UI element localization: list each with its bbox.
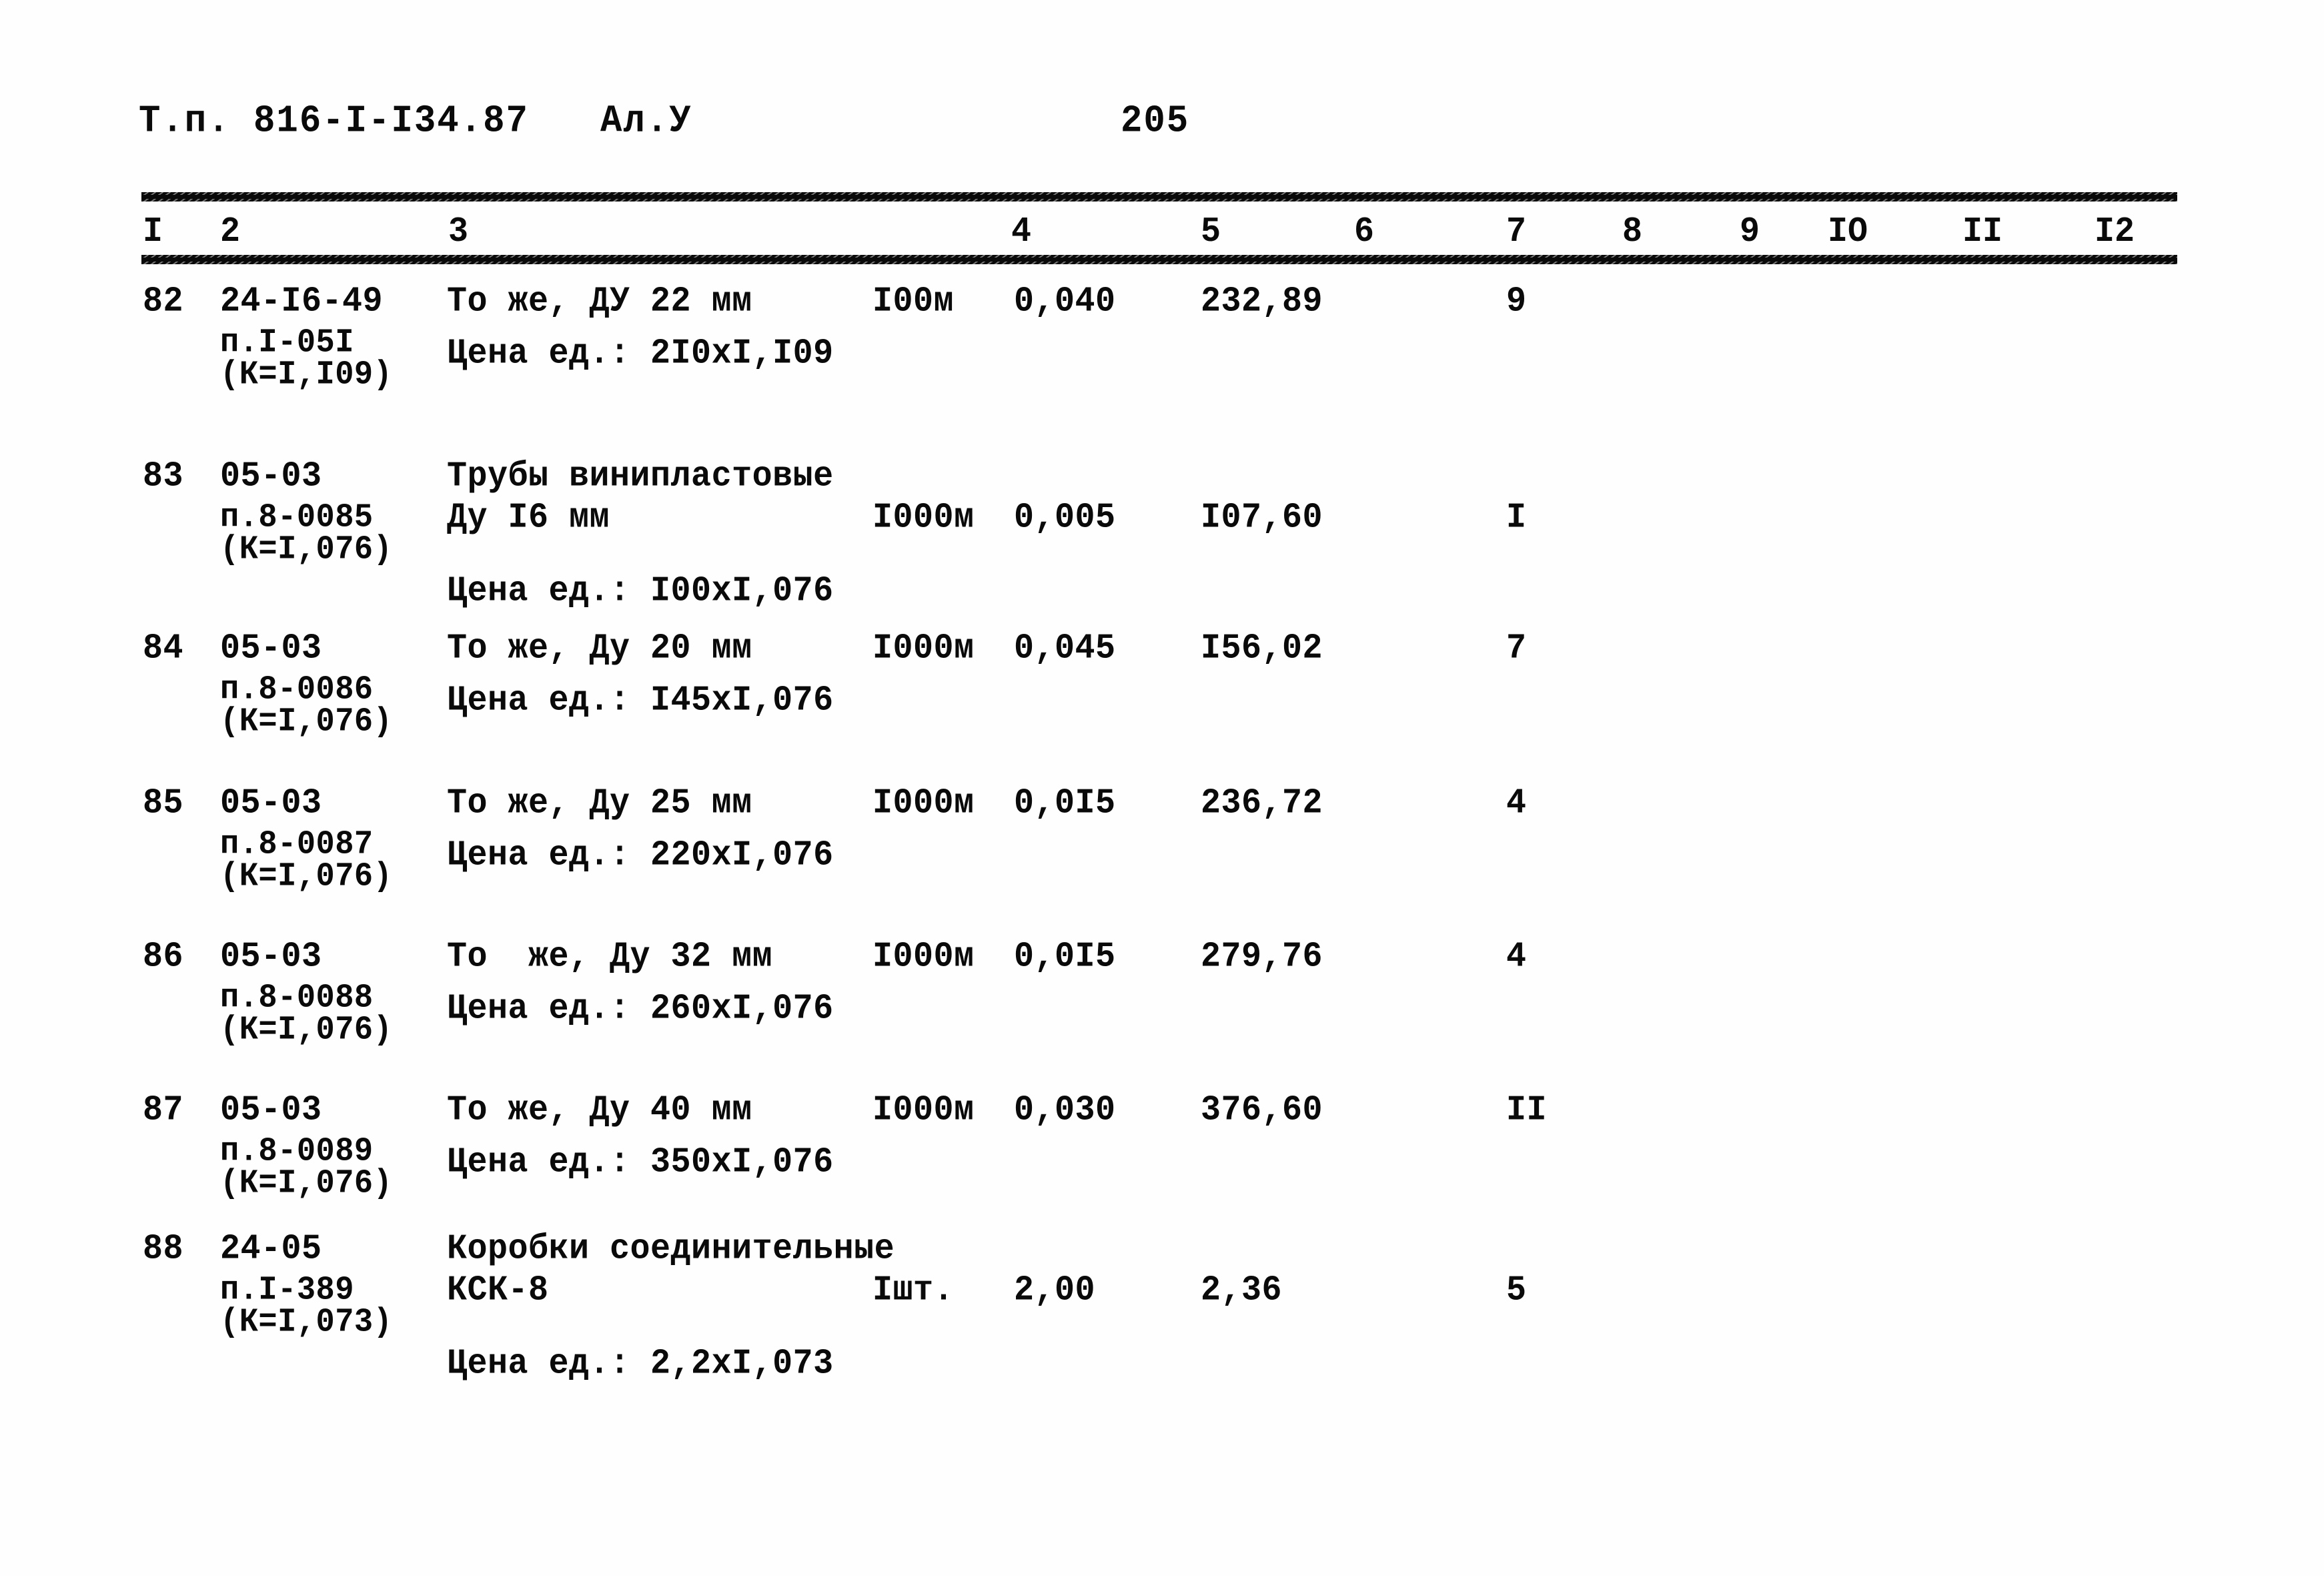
row-norm-code: 05-03 <box>220 783 322 824</box>
row-norm-coefficient: (К=I,076) <box>220 858 393 896</box>
column-number-6: 6 <box>1354 212 1375 252</box>
table-header-rule <box>141 255 2177 264</box>
row-description-line1: То же, Ду 20 мм <box>447 629 752 669</box>
row-column7-value: II <box>1506 1090 1548 1131</box>
row-norm-coefficient: (К=I,076) <box>220 1165 393 1203</box>
row-norm-code: 24-I6-49 <box>220 282 384 322</box>
row-cost: 2,36 <box>1201 1270 1283 1311</box>
document-header: Т.п. 816-I-I34.87 Ал.У 205 <box>0 100 2324 147</box>
column-number-2: 2 <box>220 212 241 252</box>
row-cost: I56,02 <box>1201 629 1323 669</box>
row-description-line1: Трубы винипластовые <box>447 456 834 497</box>
page-number: 205 <box>1121 100 1190 143</box>
row-unit-price-note: Цена ед.: 220xI,076 <box>447 835 834 876</box>
row-cost: I07,60 <box>1201 498 1323 538</box>
row-position-number: 87 <box>143 1090 184 1131</box>
row-unit: I000м <box>873 1090 975 1131</box>
table-row: 84 05-03 п.8-0086 (К=I,076) То же, Ду 20 мм Ц… <box>0 627 2324 794</box>
row-norm-coefficient: (К=I,076) <box>220 703 393 741</box>
row-quantity: 0,005 <box>1014 498 1116 538</box>
row-norm-coefficient: (К=I,I09) <box>220 356 393 394</box>
row-norm-coefficient: (К=I,076) <box>220 1012 393 1050</box>
row-norm-coefficient: (К=I,073) <box>220 1304 393 1342</box>
row-quantity: 0,030 <box>1014 1090 1116 1131</box>
row-cost: 376,60 <box>1201 1090 1323 1131</box>
row-description-line1: То же, Ду 25 мм <box>447 783 752 824</box>
table-column-header: I 2 3 4 5 6 7 8 9 IO II I2 <box>0 212 2324 255</box>
row-cost: 232,89 <box>1201 282 1323 322</box>
row-description-line2: КСК-8 <box>447 1270 549 1311</box>
row-unit: I000м <box>873 498 975 538</box>
row-position-number: 85 <box>143 783 184 824</box>
row-column7-value: 4 <box>1506 937 1527 977</box>
document-page: Т.п. 816-I-I34.87 Ал.У 205 I 2 3 4 5 6 7 8 9 IO II… <box>0 0 2324 1576</box>
row-unit: I00м <box>873 282 955 322</box>
column-number-11: II <box>1962 212 2003 252</box>
table-row: 83 05-03 п.8-0085 (К=I,076) Трубы винипласто… <box>0 455 2324 622</box>
row-quantity: 2,00 <box>1014 1270 1096 1311</box>
row-description-line1: То же, ДУ 22 мм <box>447 282 752 322</box>
column-number-1: I <box>143 212 163 252</box>
row-norm-code: 05-03 <box>220 456 322 497</box>
row-unit: I000м <box>873 629 975 669</box>
column-number-8: 8 <box>1622 212 1643 252</box>
column-number-3: 3 <box>448 212 469 252</box>
document-code: Т.п. 816-I-I34.87 <box>139 100 529 143</box>
column-number-4: 4 <box>1011 212 1032 252</box>
table-top-rule <box>141 192 2177 202</box>
row-unit-price-note: Цена ед.: 350xI,076 <box>447 1142 834 1183</box>
row-position-number: 86 <box>143 937 184 977</box>
row-position-number: 88 <box>143 1229 184 1270</box>
table-row: 82 24-I6-49 п.I-05I (К=I,I09) То же, ДУ 22 м… <box>0 280 2324 447</box>
row-unit-price-note: Цена ед.: 2I0xI,I09 <box>447 334 834 374</box>
row-cost: 279,76 <box>1201 937 1323 977</box>
row-column7-value: 4 <box>1506 783 1527 824</box>
table-row: 86 05-03 п.8-0088 (К=I,076) То же, Ду 32 мм Ц… <box>0 935 2324 1102</box>
row-norm-code: 05-03 <box>220 629 322 669</box>
row-norm-code: 05-03 <box>220 1090 322 1131</box>
row-description-line1: То же, Ду 32 мм <box>447 937 773 977</box>
row-quantity: 0,040 <box>1014 282 1116 322</box>
row-unit: I000м <box>873 783 975 824</box>
column-number-7: 7 <box>1506 212 1527 252</box>
table-row: 85 05-03 п.8-0087 (К=I,076) То же, Ду 25 мм Ц… <box>0 782 2324 949</box>
column-number-5: 5 <box>1201 212 1221 252</box>
album-label: Ал.У <box>600 100 692 143</box>
row-column7-value: 7 <box>1506 629 1527 669</box>
row-norm-coefficient: (К=I,076) <box>220 531 393 569</box>
column-number-10: IO <box>1828 212 1868 252</box>
row-unit-price-note: Цена ед.: I00xI,076 <box>447 571 834 612</box>
row-unit: I000м <box>873 937 975 977</box>
column-number-9: 9 <box>1740 212 1760 252</box>
row-quantity: 0,0I5 <box>1014 937 1116 977</box>
row-position-number: 83 <box>143 456 184 497</box>
row-position-number: 84 <box>143 629 184 669</box>
row-unit-price-note: Цена ед.: 260xI,076 <box>447 989 834 1030</box>
row-unit-price-note: Цена ед.: 2,2xI,073 <box>447 1344 834 1385</box>
row-description-line1: Коробки соединительные <box>447 1229 895 1270</box>
row-column7-value: 5 <box>1506 1270 1527 1311</box>
row-cost: 236,72 <box>1201 783 1323 824</box>
row-column7-value: I <box>1506 498 1527 538</box>
row-quantity: 0,0I5 <box>1014 783 1116 824</box>
row-column7-value: 9 <box>1506 282 1527 322</box>
row-unit-price-note: Цена ед.: I45xI,076 <box>447 681 834 721</box>
column-number-12: I2 <box>2095 212 2135 252</box>
row-unit: Iшт. <box>873 1270 955 1311</box>
row-description-line2: Ду I6 мм <box>447 498 610 538</box>
row-norm-code: 24-05 <box>220 1229 322 1270</box>
row-norm-code: 05-03 <box>220 937 322 977</box>
row-quantity: 0,045 <box>1014 629 1116 669</box>
row-position-number: 82 <box>143 282 184 322</box>
table-row: 88 24-05 п.I-389 (К=I,073) Коробки соедините… <box>0 1228 2324 1395</box>
row-description-line1: То же, Ду 40 мм <box>447 1090 752 1131</box>
